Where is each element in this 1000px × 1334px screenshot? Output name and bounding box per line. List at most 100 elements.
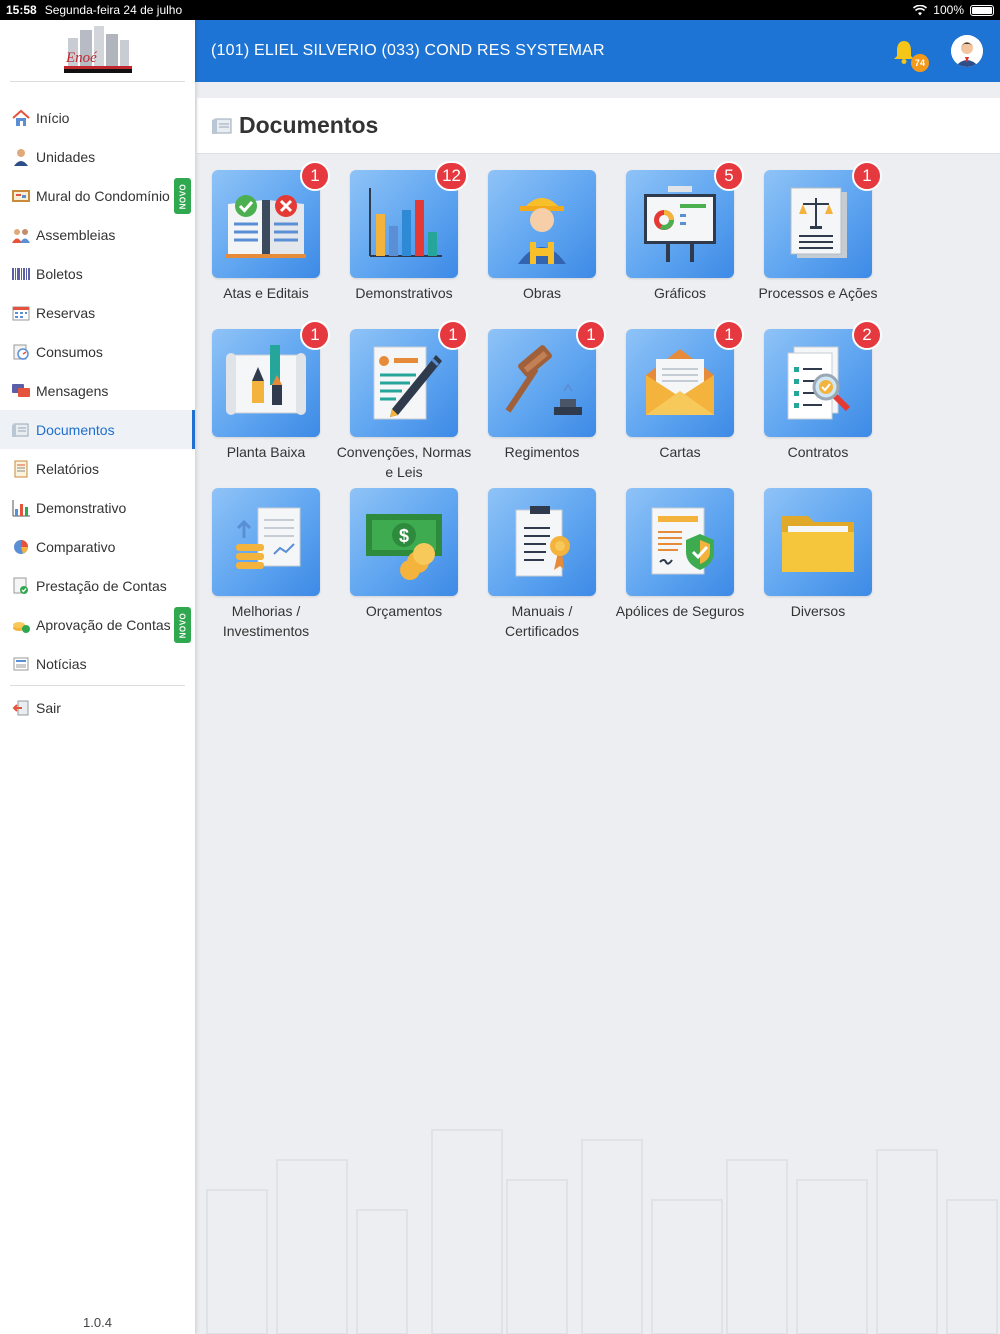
sidebar-item-assembleias[interactable]: Assembleias — [0, 215, 195, 254]
sidebar-item-documentos[interactable]: Documentos — [0, 410, 195, 449]
tile-label: Processos e Ações — [758, 285, 878, 301]
sidebar-item-noticias[interactable]: Notícias — [0, 644, 195, 683]
sidebar-item-mural[interactable]: Mural do Condomínio NOVO — [0, 176, 195, 215]
tile-label: Demonstrativos — [355, 285, 453, 301]
sidebar-item-inicio[interactable]: Início — [0, 98, 195, 137]
documents-icon — [10, 420, 32, 440]
avatar[interactable] — [951, 35, 983, 67]
documents-icon — [212, 117, 232, 134]
insurance-shield-icon — [651, 507, 714, 575]
notification-count-badge: 74 — [911, 54, 929, 72]
tile-convencoes[interactable]: 1 Convenções, Normas e Leis — [335, 320, 473, 482]
documents-grid: 1 Atas e Editais 12 Demonstrativos Obras… — [197, 154, 1000, 1334]
status-date: Segunda-feira 24 de julho — [44, 3, 183, 17]
tile-melhorias[interactable]: Melhorias / Investimentos — [197, 488, 335, 641]
sidebar-item-boletos[interactable]: Boletos — [0, 254, 195, 293]
chat-icon — [10, 381, 32, 401]
status-right: 100% — [913, 3, 994, 17]
folder-icon — [782, 516, 854, 572]
investment-icon — [236, 507, 301, 569]
sidebar-item-label: Mural do Condomínio — [36, 187, 170, 204]
sidebar-item-reservas[interactable]: Reservas — [0, 293, 195, 332]
sidebar-item-consumos[interactable]: Consumos — [0, 332, 195, 371]
tile-regimentos[interactable]: 1 Regimentos — [473, 320, 611, 463]
tile-manuais[interactable]: Manuais / Certificados — [473, 488, 611, 641]
tile-count-badge: 12 — [435, 161, 468, 191]
book-icon — [226, 195, 306, 258]
presentation-board-icon — [644, 186, 716, 262]
tile-icon-box — [488, 170, 596, 278]
tile-count-badge: 1 — [576, 320, 606, 350]
tile-count-badge: 1 — [300, 161, 330, 191]
sidebar-item-label: Unidades — [36, 148, 96, 165]
tile-icon-box — [764, 488, 872, 596]
tile-icon-box — [488, 488, 596, 596]
tile-apolices[interactable]: Apólices de Seguros — [611, 488, 749, 622]
tile-icon-box: 1 — [212, 161, 330, 278]
sidebar-item-label: Início — [36, 109, 70, 126]
pie-chart-icon — [10, 537, 32, 557]
envelope-icon — [646, 349, 714, 415]
tile-label: Orçamentos — [365, 603, 443, 619]
tile-count-badge: 1 — [438, 320, 468, 350]
tile-graficos[interactable]: 5 Gráficos — [611, 161, 749, 304]
sidebar-item-mensagens[interactable]: Mensagens — [0, 371, 195, 410]
sidebar-item-aprovacao[interactable]: Aprovação de Contas NOVO — [0, 605, 195, 644]
meter-icon — [10, 342, 32, 362]
sidebar-item-label: Reservas — [36, 304, 96, 321]
sidebar-item-sair[interactable]: Sair — [0, 688, 195, 727]
home-icon — [10, 108, 32, 128]
tile-icon-box: 5 — [626, 161, 744, 278]
tile-orcamentos[interactable]: $ Orçamentos — [335, 488, 473, 622]
logo-image: Enoé — [63, 25, 132, 73]
tile-contratos[interactable]: 2 Contratos — [749, 320, 887, 463]
bar-chart-icon — [10, 498, 32, 518]
tile-icon-box: 2 — [764, 320, 882, 437]
logout-icon — [10, 698, 32, 718]
app-version: 1.0.4 — [83, 1315, 112, 1330]
logo-text: Enoé — [65, 50, 98, 66]
sidebar-item-label: Aprovação de Contas — [36, 616, 171, 633]
sidebar-item-prestacao[interactable]: Prestação de Contas — [0, 566, 195, 605]
tile-label: Diversos — [790, 603, 846, 619]
people-icon — [10, 225, 32, 245]
sidebar-item-label: Consumos — [36, 343, 103, 360]
sidebar-item-comparativo[interactable]: Comparativo — [0, 527, 195, 566]
accounts-icon — [10, 576, 32, 596]
person-icon — [10, 147, 32, 167]
calendar-icon — [10, 303, 32, 323]
sidebar-item-unidades[interactable]: Unidades — [0, 137, 195, 176]
checklist-magnifier-icon — [787, 346, 851, 420]
sidebar-item-demonstrativo[interactable]: Demonstrativo — [0, 488, 195, 527]
tile-count-badge: 1 — [300, 320, 330, 350]
svg-text:$: $ — [399, 526, 409, 546]
gavel-icon — [505, 345, 582, 415]
bulletin-board-icon — [10, 186, 32, 206]
blueprint-icon — [226, 345, 306, 415]
sidebar-item-label: Notícias — [36, 655, 87, 672]
top-header: (101) ELIEL SILVERIO (033) COND RES SYST… — [195, 20, 1000, 82]
page-title-bar: Documentos — [197, 98, 1000, 154]
tile-count-badge: 1 — [852, 161, 882, 191]
tile-processos-acoes[interactable]: 1 Processos e Ações — [749, 161, 887, 304]
tile-diversos[interactable]: Diversos — [749, 488, 887, 622]
tile-icon-box: 12 — [350, 161, 468, 278]
tile-cartas[interactable]: 1 Cartas — [611, 320, 749, 463]
sidebar-item-relatorios[interactable]: Relatórios — [0, 449, 195, 488]
sidebar-item-label: Demonstrativo — [36, 499, 127, 516]
tile-label: Atas e Editais — [223, 285, 309, 301]
tile-count-badge: 1 — [714, 320, 744, 350]
sidebar-item-label: Assembleias — [36, 226, 116, 243]
sidebar-item-label: Relatórios — [36, 460, 100, 477]
tile-icon-box: 1 — [488, 320, 606, 437]
tile-demonstrativos[interactable]: 12 Demonstrativos — [335, 161, 473, 304]
tile-icon-box: 1 — [764, 161, 882, 278]
certificate-icon — [515, 506, 570, 577]
tile-atas-editais[interactable]: 1 Atas e Editais — [197, 161, 335, 304]
tile-planta-baixa[interactable]: 1 Planta Baixa — [197, 320, 335, 463]
tile-obras[interactable]: Obras — [473, 170, 611, 304]
tile-label: Obras — [522, 285, 562, 301]
tile-icon-box: 1 — [212, 320, 330, 437]
logo: Enoé — [10, 20, 185, 82]
tile-count-badge: 5 — [714, 161, 744, 191]
